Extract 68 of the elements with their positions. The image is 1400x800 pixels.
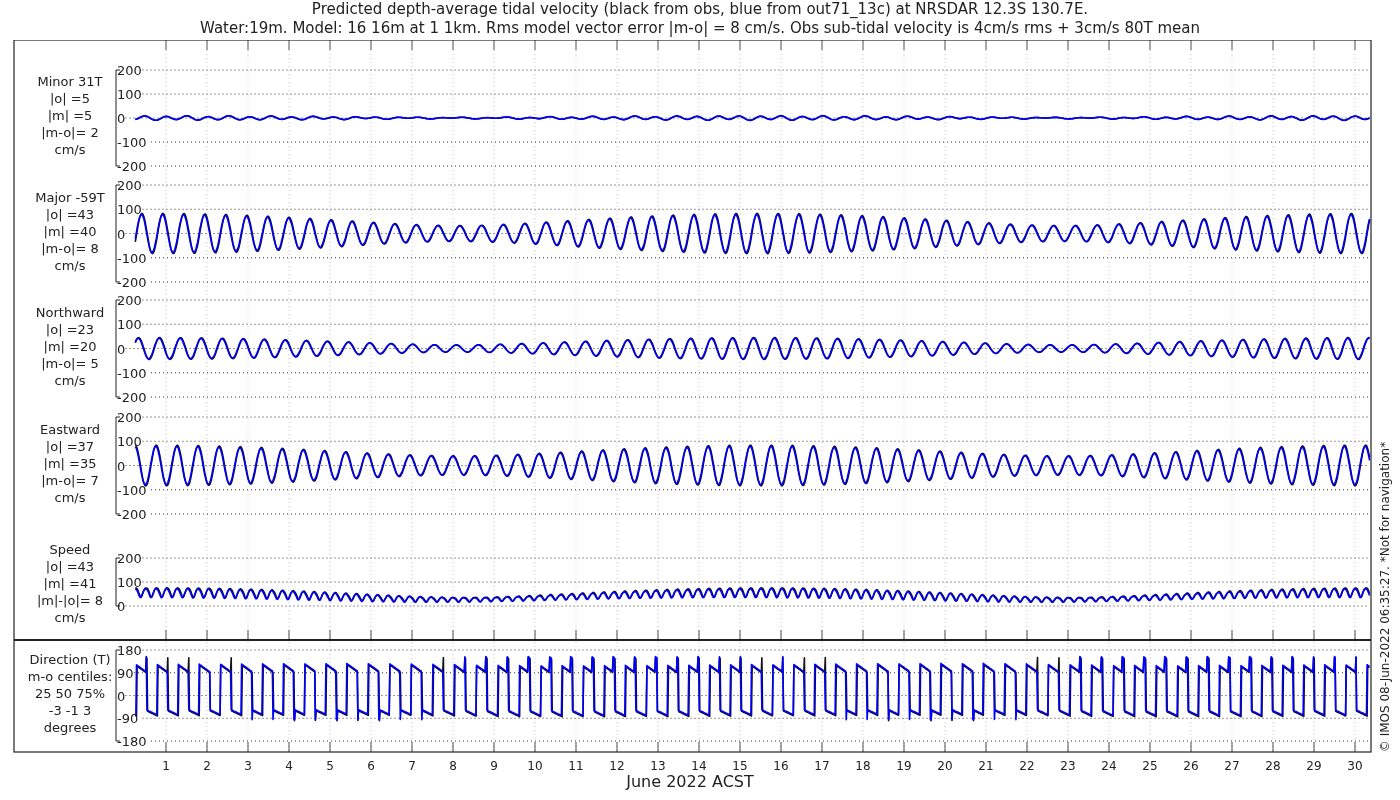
axis-tick-label: -100 xyxy=(117,482,147,498)
axis-tick-label: -90 xyxy=(117,711,139,727)
day-label: 4 xyxy=(285,759,293,773)
day-label: 6 xyxy=(367,759,375,773)
copyright-notice: © IMOS 08-Jun-2022 06:35:27. *Not for navigation* xyxy=(1378,441,1392,753)
chart-title: Predicted depth-average tidal velocity (black from obs, blue from out71_13c) at NRSDAR 12.3S 130.7E. xyxy=(311,0,1089,19)
day-label: 13 xyxy=(650,759,666,773)
day-label: 28 xyxy=(1265,759,1281,773)
day-label: 27 xyxy=(1224,759,1240,773)
axis-tick-label: 100 xyxy=(117,87,142,102)
panel-label: Northward |o| =23 |m| =20 |m-o|= 5 cm/s xyxy=(35,304,105,388)
axis-tick-label: 100 xyxy=(117,317,142,333)
axis-tick-label: 0 xyxy=(117,599,126,614)
axis-title: June 2022 ACST xyxy=(626,772,754,791)
axis-tick-label: -100 xyxy=(117,250,147,266)
axis-tick-label: 100 xyxy=(117,434,142,450)
day-label: 1 xyxy=(162,759,170,773)
axis-tick-label: 90 xyxy=(117,665,134,681)
axis-tick-label: 200 xyxy=(117,178,142,193)
axis-tick-label: -200 xyxy=(117,275,147,290)
day-label: 8 xyxy=(449,759,457,773)
axis-tick-label: 0 xyxy=(117,111,126,126)
day-label: 25 xyxy=(1142,759,1158,773)
day-label: 14 xyxy=(691,759,707,773)
day-label: 2 xyxy=(203,759,211,773)
axis-tick-label: 0 xyxy=(117,458,126,474)
axis-tick-label: -200 xyxy=(117,507,147,522)
panel-label: Speed |o| =43 |m| =41 |m|-|o|= 8 cm/s xyxy=(36,542,104,625)
day-label: 23 xyxy=(1060,759,1076,773)
day-label: 24 xyxy=(1101,759,1117,773)
day-label: 16 xyxy=(773,759,789,773)
day-label: 15 xyxy=(732,759,748,773)
day-label: 12 xyxy=(609,759,625,773)
day-label: 22 xyxy=(1019,759,1035,773)
chart-subtitle: Water:19m. Model: 16 16m at 1 1km. Rms model vector error |m-o| = 8 cm/s. Obs sub-tidal velocity is 4cm/s rms + 3cm/s 80T mean xyxy=(200,19,1200,38)
axis-tick-label: 200 xyxy=(117,293,142,308)
axis-tick-label: 200 xyxy=(117,410,142,425)
axis-tick-label: 200 xyxy=(117,63,142,78)
day-label: 9 xyxy=(490,759,498,773)
day-label: 21 xyxy=(978,759,994,773)
day-label: 11 xyxy=(568,759,584,773)
axis-tick-label: 0 xyxy=(117,341,126,357)
axis-tick-label: -200 xyxy=(117,159,147,174)
day-label: 26 xyxy=(1183,759,1199,773)
panel-label: Direction (T) m-o centiles: 25 50 75% -3 -1 3 degrees xyxy=(27,651,113,735)
panel-label: Eastward |o| =37 |m| =35 |m-o|= 7 cm/s xyxy=(40,421,100,505)
day-label: 19 xyxy=(896,759,912,773)
day-label: 29 xyxy=(1306,759,1322,773)
day-label: 17 xyxy=(814,759,830,773)
day-label: 5 xyxy=(326,759,334,773)
axis-tick-label: 100 xyxy=(117,575,142,590)
axis-tick-label: -200 xyxy=(117,390,147,405)
day-label: 30 xyxy=(1347,759,1363,773)
axis-tick-label: 0 xyxy=(117,688,126,704)
panel-label: Major -59T |o| =43 |m| =40 |m-o|= 8 cm/s xyxy=(35,189,105,273)
axis-tick-label: -100 xyxy=(117,365,147,381)
axis-tick-label: -180 xyxy=(117,734,147,749)
axis-tick-label: 180 xyxy=(117,643,142,658)
day-label: 20 xyxy=(937,759,953,773)
axis-tick-label: 0 xyxy=(117,226,126,242)
axis-tick-label: 100 xyxy=(117,202,142,218)
day-label: 7 xyxy=(408,759,416,773)
day-label: 3 xyxy=(244,759,252,773)
day-label: 10 xyxy=(527,759,543,773)
axis-tick-label: 200 xyxy=(117,551,142,566)
day-label: 18 xyxy=(855,759,871,773)
panel-label: Minor 31T |o| =5 |m| =5 |m-o|= 2 cm/s xyxy=(37,74,103,157)
axis-tick-label: -100 xyxy=(117,135,147,150)
